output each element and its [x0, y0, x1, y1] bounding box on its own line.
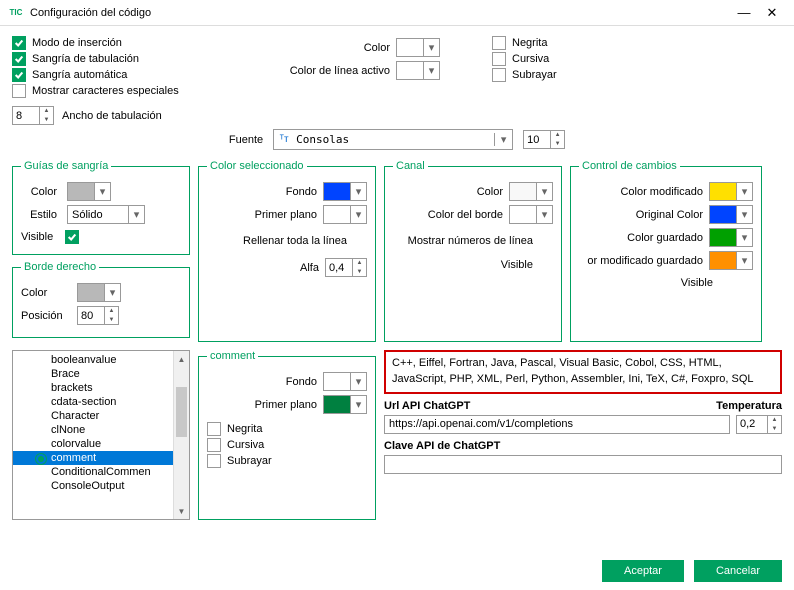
titlebar: TIC Configuración del código — ✕ [0, 0, 794, 26]
comment-underline-check[interactable]: Subrayar [207, 454, 367, 468]
api-key-label: Clave API de ChatGPT [384, 440, 782, 452]
change-visible-check[interactable] [719, 276, 733, 290]
guide-visible-check[interactable]: Visible [21, 230, 181, 244]
insert-mode-check[interactable]: Modo de inserción [12, 36, 212, 50]
bold-check[interactable]: Negrita [492, 36, 578, 50]
font-icon: ᵀт [274, 134, 294, 145]
comment-bg-dropdown[interactable]: ▾ [323, 372, 367, 391]
sel-fill-check[interactable] [353, 234, 367, 248]
list-item[interactable]: ConditionalCommen [13, 465, 173, 479]
fontsize-spinner[interactable]: ▲▼ [523, 130, 565, 149]
api-temp-spinner[interactable]: ▲▼ [736, 415, 782, 434]
rightedge-position-spinner[interactable]: ▲▼ [77, 306, 119, 325]
text-color-dropdown[interactable]: ▾ [396, 38, 440, 57]
guide-color-dropdown[interactable]: ▾ [67, 182, 111, 201]
activeline-label: Color de línea activo [290, 65, 390, 77]
indent-guides-group: Guías de sangría Color▾ EstiloSólido▾ Vi… [12, 160, 190, 255]
minimize-button[interactable]: — [730, 2, 758, 24]
gutter-visible-check[interactable] [539, 258, 553, 272]
list-item[interactable]: colorvalue [13, 437, 173, 451]
special-chars-check[interactable]: Mostrar caracteres especiales [12, 84, 212, 98]
activeline-color-dropdown[interactable]: ▾ [396, 61, 440, 80]
selected-color-group: Color seleccionado Fondo▾ Primer plano▾ … [198, 160, 376, 342]
api-temp-label: Temperatura [716, 400, 782, 412]
api-url-input[interactable] [384, 415, 730, 434]
rightedge-color-dropdown[interactable]: ▾ [77, 283, 121, 302]
italic-check[interactable]: Cursiva [492, 52, 578, 66]
change-modsaved-dropdown[interactable]: ▾ [709, 251, 753, 270]
list-item[interactable]: ConsoleOutput [13, 479, 173, 493]
change-mod-dropdown[interactable]: ▾ [709, 182, 753, 201]
tab-indent-check[interactable]: Sangría de tabulación [12, 52, 212, 66]
font-dropdown[interactable]: ᵀтConsolas▾ [273, 129, 513, 150]
api-url-label: Url API ChatGPT [384, 400, 470, 412]
guide-style-dropdown[interactable]: Sólido▾ [67, 205, 145, 224]
sel-alpha-spinner[interactable]: ▲▼ [325, 258, 367, 277]
list-item[interactable]: brackets [13, 381, 173, 395]
close-button[interactable]: ✕ [758, 2, 786, 24]
change-control-group: Control de cambios Color modificado▾ Ori… [570, 160, 762, 342]
tabwidth-spinner[interactable]: ▲▼ [12, 106, 54, 125]
cancel-button[interactable]: Cancelar [694, 560, 782, 582]
api-key-input[interactable] [384, 455, 782, 474]
change-orig-dropdown[interactable]: ▾ [709, 205, 753, 224]
underline-check[interactable]: Subrayar [492, 68, 578, 82]
color-label: Color [364, 42, 390, 54]
ok-button[interactable]: Aceptar [602, 560, 684, 582]
comment-italic-check[interactable]: Cursiva [207, 438, 367, 452]
list-item[interactable]: cdata-section [13, 395, 173, 409]
comment-fg-dropdown[interactable]: ▾ [323, 395, 367, 414]
list-item[interactable]: Brace [13, 367, 173, 381]
list-scrollbar[interactable]: ▲▼ [173, 351, 189, 519]
list-item[interactable]: comment [13, 451, 173, 465]
auto-indent-check[interactable]: Sangría automática [12, 68, 212, 82]
radio-selected-icon [35, 453, 47, 465]
app-icon: TIC [8, 5, 24, 21]
list-item[interactable]: clNone [13, 423, 173, 437]
highlighter-listbox[interactable]: booleanvalueBracebracketscdata-sectionCh… [12, 350, 190, 520]
right-edge-group: Borde derecho Color▾ Posición▲▼ [12, 261, 190, 338]
sel-fg-dropdown[interactable]: ▾ [323, 205, 367, 224]
gutter-group: Canal Color▾ Color del borde▾ Mostrar nú… [384, 160, 562, 342]
comment-style-group: comment Fondo▾ Primer plano▾ Negrita Cur… [198, 350, 376, 520]
gutter-color-dropdown[interactable]: ▾ [509, 182, 553, 201]
languages-box: C++, Eiffel, Fortran, Java, Pascal, Visu… [384, 350, 782, 394]
list-item[interactable]: booleanvalue [13, 353, 173, 367]
sel-bg-dropdown[interactable]: ▾ [323, 182, 367, 201]
tabwidth-label: Ancho de tabulación [62, 110, 162, 122]
window-title: Configuración del código [30, 7, 730, 19]
list-item[interactable]: Character [13, 409, 173, 423]
gutter-border-dropdown[interactable]: ▾ [509, 205, 553, 224]
font-label: Fuente [229, 134, 263, 146]
gutter-linenum-check[interactable] [539, 234, 553, 248]
change-saved-dropdown[interactable]: ▾ [709, 228, 753, 247]
comment-bold-check[interactable]: Negrita [207, 422, 367, 436]
